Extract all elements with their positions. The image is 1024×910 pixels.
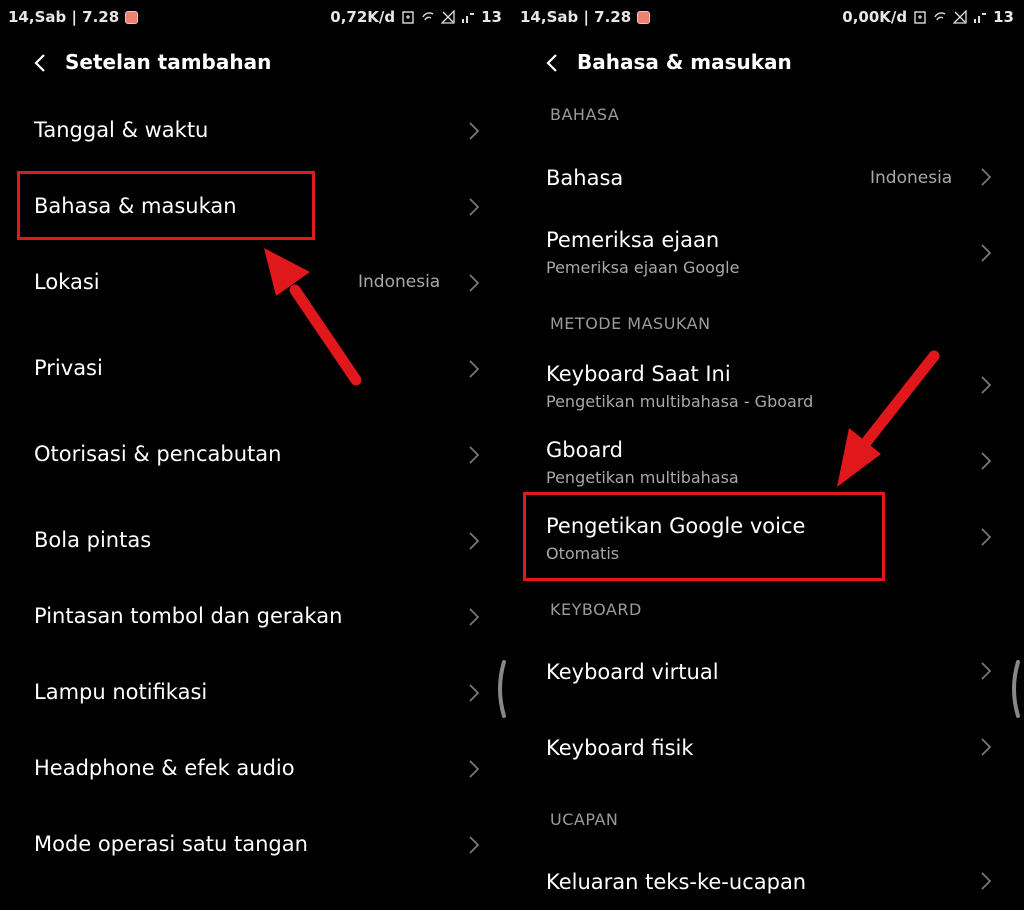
section-header-speech: UCAPAN xyxy=(550,810,619,829)
menu-item-button-shortcuts[interactable]: Pintasan tombol dan gerakan xyxy=(0,594,512,640)
section-header-language: BAHASA xyxy=(550,105,620,124)
right-screen: 14,Sab | 7.28 0,00K/d 13 Bahasa & masuka… xyxy=(512,0,1024,910)
chevron-right-icon xyxy=(981,872,992,890)
status-time: 14,Sab | 7.28 xyxy=(520,8,632,26)
chevron-right-icon xyxy=(469,198,480,216)
chevron-right-icon xyxy=(981,738,992,756)
section-header-input-methods: METODE MASUKAN xyxy=(550,314,711,333)
menu-item-spellcheck[interactable]: Pemeriksa ejaan Pemeriksa ejaan Google xyxy=(512,226,1024,286)
chevron-right-icon xyxy=(981,244,992,262)
menu-item-notification-light[interactable]: Lampu notifikasi xyxy=(0,670,512,716)
menu-item-authorization[interactable]: Otorisasi & pencabutan xyxy=(0,432,512,478)
menu-item-label: Keyboard fisik xyxy=(546,736,694,760)
notification-icon xyxy=(637,10,651,24)
chevron-right-icon xyxy=(981,452,992,470)
chevron-right-icon xyxy=(469,274,480,292)
menu-item-gboard[interactable]: Gboard Pengetikan multibahasa xyxy=(512,436,1024,496)
menu-item-physical-keyboard[interactable]: Keyboard fisik xyxy=(512,726,1024,772)
page-header: Setelan tambahan xyxy=(0,44,512,84)
menu-item-one-hand-mode[interactable]: Mode operasi satu tangan xyxy=(0,822,512,868)
chevron-right-icon xyxy=(981,662,992,680)
menu-item-label: Pemeriksa ejaan xyxy=(546,228,720,252)
menu-item-subtitle: Pemeriksa ejaan Google xyxy=(546,258,740,277)
status-bar: 14,Sab | 7.28 0,72K/d 13 xyxy=(0,0,512,34)
chevron-right-icon xyxy=(469,360,480,378)
signal-icon xyxy=(462,13,475,23)
chevron-right-icon xyxy=(469,608,480,626)
menu-item-label: Bahasa xyxy=(546,166,624,190)
page-title: Setelan tambahan xyxy=(65,50,272,74)
signal-icon xyxy=(974,13,987,23)
page-header: Bahasa & masukan xyxy=(512,44,1024,84)
menu-item-label: Pintasan tombol dan gerakan xyxy=(34,604,343,628)
menu-item-quick-ball[interactable]: Bola pintas xyxy=(0,518,512,564)
menu-item-subtitle: Pengetikan multibahasa xyxy=(546,468,739,487)
chevron-right-icon xyxy=(469,836,480,854)
scroll-handle[interactable] xyxy=(496,660,506,718)
menu-item-label: Headphone & efek audio xyxy=(34,756,295,780)
section-header-keyboard: KEYBOARD xyxy=(550,600,642,619)
no-signal-icon xyxy=(441,10,455,24)
menu-item-label: Gboard xyxy=(546,438,623,462)
wifi-icon xyxy=(934,12,946,21)
menu-item-date-time[interactable]: Tanggal & waktu xyxy=(0,108,512,154)
left-screen: 14,Sab | 7.28 0,72K/d 13 Setelan tambaha… xyxy=(0,0,512,910)
menu-item-label: Keyboard virtual xyxy=(546,660,719,684)
menu-item-current-keyboard[interactable]: Keyboard Saat Ini Pengetikan multibahasa… xyxy=(512,360,1024,420)
menu-item-label: Tanggal & waktu xyxy=(34,118,209,142)
battery-level: 13 xyxy=(481,8,502,26)
back-arrow-icon[interactable] xyxy=(542,52,564,74)
menu-item-label: Keluaran teks-ke-ucapan xyxy=(546,870,807,894)
chevron-right-icon xyxy=(469,446,480,464)
menu-item-value: Indonesia xyxy=(870,168,953,188)
menu-item-label: Bola pintas xyxy=(34,528,152,552)
menu-item-label: Keyboard Saat Ini xyxy=(546,362,731,386)
wifi-icon xyxy=(422,12,434,21)
chevron-right-icon xyxy=(469,684,480,702)
chevron-right-icon xyxy=(981,528,992,546)
back-arrow-icon[interactable] xyxy=(30,52,52,74)
menu-item-label: Privasi xyxy=(34,356,103,380)
menu-item-subtitle: Pengetikan multibahasa - Gboard xyxy=(546,392,814,411)
notification-icon xyxy=(125,10,139,24)
highlight-box xyxy=(523,492,885,581)
chevron-right-icon xyxy=(469,532,480,550)
menu-item-language[interactable]: Bahasa Indonesia xyxy=(512,156,1024,202)
chevron-right-icon xyxy=(469,760,480,778)
page-title: Bahasa & masukan xyxy=(577,50,792,74)
chevron-right-icon xyxy=(469,122,480,140)
alarm-icon xyxy=(914,11,926,24)
menu-item-label: Lokasi xyxy=(34,270,100,294)
menu-item-label: Lampu notifikasi xyxy=(34,680,208,704)
menu-item-virtual-keyboard[interactable]: Keyboard virtual xyxy=(512,650,1024,696)
chevron-right-icon xyxy=(981,168,992,186)
menu-item-value: Indonesia xyxy=(358,272,441,292)
network-speed: 0,00K/d xyxy=(842,8,908,26)
menu-item-label: Mode operasi satu tangan xyxy=(34,832,308,856)
highlight-box xyxy=(17,171,315,240)
battery-level: 13 xyxy=(993,8,1014,26)
no-signal-icon xyxy=(953,10,967,24)
menu-item-headphone-audio[interactable]: Headphone & efek audio xyxy=(0,746,512,792)
menu-item-text-to-speech[interactable]: Keluaran teks-ke-ucapan xyxy=(512,860,1024,906)
status-time: 14,Sab | 7.28 xyxy=(8,8,120,26)
alarm-icon xyxy=(402,11,414,24)
menu-item-label: Otorisasi & pencabutan xyxy=(34,442,282,466)
chevron-right-icon xyxy=(981,376,992,394)
status-bar: 14,Sab | 7.28 0,00K/d 13 xyxy=(512,0,1024,34)
menu-item-privacy[interactable]: Privasi xyxy=(0,346,512,392)
menu-item-location[interactable]: Lokasi Indonesia xyxy=(0,260,512,306)
network-speed: 0,72K/d xyxy=(330,8,396,26)
scroll-handle[interactable] xyxy=(1010,660,1020,718)
